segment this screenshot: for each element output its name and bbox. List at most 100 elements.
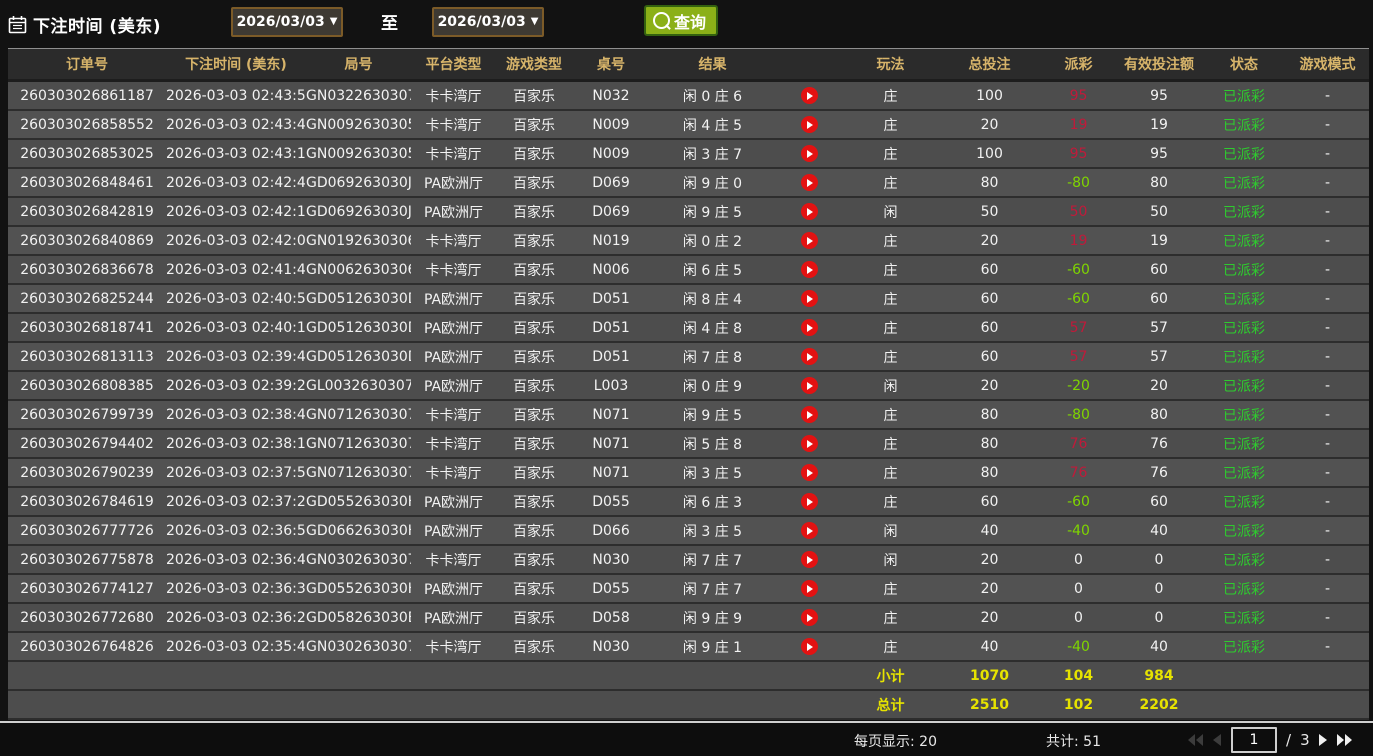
play-icon[interactable] [800,203,818,220]
column-header: 状态 [1202,48,1286,82]
cell-payout: -80 [1041,400,1116,430]
play-icon[interactable] [800,87,818,104]
play-icon[interactable] [800,609,818,626]
cell-valid-bet: 20 [1116,371,1202,401]
cell-game: 百家乐 [496,168,572,198]
date-from-select[interactable]: 2026/03/03 ▼ [231,7,343,37]
play-icon[interactable] [800,638,818,655]
cell-platform: PA欧洲厅 [411,603,496,633]
cell-bet-on: 庄 [843,110,938,140]
cell-result: 闲 4 庄 8 [650,313,775,343]
cell-order: 260303026808385 [8,371,166,401]
cell-empty [775,690,843,720]
play-icon[interactable] [800,580,818,597]
column-header: 订单号 [8,48,166,82]
play-icon[interactable] [800,493,818,510]
cell-mode: - [1286,516,1369,546]
prev-page-icon[interactable] [1213,734,1222,746]
column-header: 派彩 [1041,48,1116,82]
play-icon[interactable] [800,522,818,539]
cell-valid-bet: 60 [1116,284,1202,314]
cell-result: 闲 9 庄 9 [650,603,775,633]
cell-total-bet: 100 [938,139,1041,169]
play-icon[interactable] [800,435,818,452]
cell-platform: 卡卡湾厅 [411,545,496,575]
query-button[interactable]: 查询 [644,5,719,36]
subtotal-row: 小计 1070 104 984 [8,661,1369,691]
cell-platform: PA欧洲厅 [411,371,496,401]
cell-time: 2026-03-03 02:37:55 [166,458,306,488]
play-icon[interactable] [800,464,818,481]
cell-game: 百家乐 [496,197,572,227]
cell-table-no: N030 [572,632,650,662]
cell-time: 2026-03-03 02:40:14 [166,313,306,343]
cell-platform: 卡卡湾厅 [411,80,496,111]
cell-order: 260303026825244 [8,284,166,314]
play-icon[interactable] [800,348,818,365]
date-range-to-label: 至 [381,14,398,34]
cell-replay [775,110,843,140]
cell-bet-on: 庄 [843,284,938,314]
cell-total-bet: 60 [938,487,1041,517]
cell-table-no: D058 [572,603,650,633]
cell-round: GD069263030JO [306,197,411,227]
play-triangle [807,497,813,506]
play-triangle [807,149,813,158]
last-page-icon[interactable] [1336,734,1353,746]
cell-table-no: N019 [572,226,650,256]
cell-status: 已派彩 [1202,487,1286,517]
cell-time: 2026-03-03 02:40:50 [166,284,306,314]
play-icon[interactable] [800,174,818,191]
play-triangle [807,352,813,361]
cell-time: 2026-03-03 02:38:43 [166,400,306,430]
play-icon[interactable] [800,232,818,249]
play-icon[interactable] [800,377,818,394]
play-icon[interactable] [800,116,818,133]
cell-bet-on: 庄 [843,458,938,488]
play-icon[interactable] [800,290,818,307]
cell-replay [775,632,843,662]
play-icon[interactable] [800,261,818,278]
table-row: 260303026853025 2026-03-03 02:43:11 GN0092… [8,139,1369,169]
chevron-down-icon: ▼ [530,16,539,27]
cell-bet-on: 庄 [843,632,938,662]
play-icon[interactable] [800,145,818,162]
cell-bet-on: 庄 [843,168,938,198]
cell-empty [166,690,306,720]
play-icon[interactable] [800,319,818,336]
cell-status: 已派彩 [1202,458,1286,488]
cell-valid-bet: 95 [1116,80,1202,111]
cell-mode: - [1286,632,1369,662]
cell-game: 百家乐 [496,632,572,662]
cell-mode: - [1286,139,1369,169]
cell-mode: - [1286,371,1369,401]
per-page-label: 每页显示: 20 [854,734,937,750]
cell-empty [306,661,411,691]
column-header [775,48,843,82]
cell-bet-on: 闲 [843,197,938,227]
play-icon[interactable] [800,406,818,423]
cell-platform: PA欧洲厅 [411,313,496,343]
cell-replay [775,342,843,372]
cell-order: 260303026813113 [8,342,166,372]
table-header-row: 订单号 下注时间 (美东) 局号 平台类型 游戏类型 桌号 结果 玩法 总投注 派彩 有效投注额 状态… [8,48,1369,82]
next-page-icon[interactable] [1318,734,1328,746]
table-row: 260303026861187 2026-03-03 02:43:54 GN0322… [8,80,1369,111]
cell-payout: 19 [1041,226,1116,256]
cell-total-bet: 60 [938,255,1041,285]
grand-total-label: 总计 [843,690,938,720]
cell-valid-bet: 80 [1116,168,1202,198]
first-page-icon[interactable] [1188,734,1204,746]
cell-order: 260303026790239 [8,458,166,488]
cell-table-no: N009 [572,110,650,140]
cell-result: 闲 7 庄 8 [650,342,775,372]
play-icon[interactable] [800,551,818,568]
page-number-input[interactable] [1231,727,1277,753]
cell-empty [1202,661,1286,691]
cell-round: GN0712630307E [306,429,411,459]
date-to-select[interactable]: 2026/03/03 ▼ [432,7,544,37]
cell-time: 2026-03-03 02:37:28 [166,487,306,517]
cell-platform: 卡卡湾厅 [411,458,496,488]
play-triangle [807,381,813,390]
table-row: 260303026825244 2026-03-03 02:40:50 GD0512… [8,284,1369,314]
